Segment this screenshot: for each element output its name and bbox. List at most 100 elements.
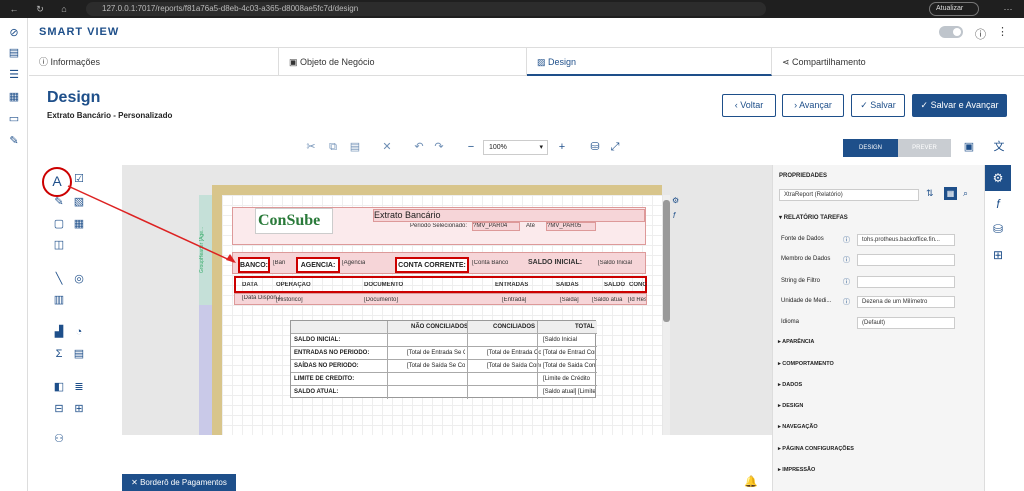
toc-tool-icon[interactable]: ≣ — [72, 380, 86, 394]
categories-icon[interactable]: ▦ — [944, 187, 957, 200]
detail-saldo[interactable]: [Saldo atua — [592, 297, 626, 303]
section-pagina[interactable]: ▸ PÁGINA CONFIGURAÇÕES — [778, 446, 854, 452]
info-icon[interactable]: ⓘ — [975, 26, 986, 42]
detail-documento[interactable]: [Documento] — [364, 297, 398, 303]
section-navegacao[interactable]: ▸ NAVEGAÇÃO — [778, 424, 818, 430]
banco-label[interactable]: BANCO: — [238, 257, 270, 273]
agencia-field[interactable]: [Agencia — [342, 260, 365, 266]
prop-unidade-medida[interactable]: Dezena de um Milímetro — [857, 296, 955, 308]
kebab-icon[interactable]: ⋮ — [997, 25, 1008, 38]
back-icon[interactable]: ← — [8, 3, 20, 15]
undo-icon[interactable]: ↶ — [412, 140, 426, 154]
bordero-tab[interactable]: ✕ Borderô de Pagamentos — [122, 474, 236, 491]
shape-tool-icon[interactable]: ◎ — [72, 272, 86, 286]
col-conc[interactable]: CONC — [629, 282, 647, 288]
info-icon[interactable]: ⓘ — [843, 235, 850, 245]
home-icon[interactable]: ⌂ — [58, 3, 70, 15]
saldo-inicial-field[interactable]: [Saldo Inicial — [598, 260, 632, 266]
detail-entrada[interactable]: [Entrada] — [502, 297, 526, 303]
search-icon[interactable]: ⌕ — [963, 188, 968, 199]
tab-design[interactable]: ▨ Design — [527, 48, 772, 76]
save-button[interactable]: ✓ Salvar — [851, 94, 905, 117]
prop-string-filtro[interactable] — [857, 276, 955, 288]
table-row[interactable]: SALDO INICIAL: [Saldo Inicial — [291, 334, 597, 347]
table-row[interactable]: SAÍDAS NO PERIODO: [Total de Saída Se Co… — [291, 360, 597, 373]
col-saldo[interactable]: SALDO — [604, 282, 625, 288]
zoom-select[interactable]: 100% ▾ — [483, 140, 548, 155]
zoom-in-icon[interactable]: + — [555, 140, 569, 154]
col-operacao[interactable]: OPERAÇÃO — [276, 282, 311, 288]
agencia-label[interactable]: AGENCIA: — [296, 257, 340, 273]
logo-icon[interactable]: ⊘ — [7, 26, 21, 40]
tab-compartilhamento[interactable]: ⋖ Compartilhamento — [772, 48, 1024, 76]
table-row[interactable]: SALDO ATUAL: [Saldo atual] [Limite de Cr… — [291, 386, 597, 399]
conta-field[interactable]: [Conta Banco — [472, 260, 508, 266]
theme-toggle[interactable] — [939, 26, 963, 38]
info-icon[interactable]: ⓘ — [843, 255, 850, 265]
ate-label[interactable]: Até — [526, 223, 535, 229]
cut-icon[interactable]: ✂ — [304, 140, 318, 154]
object-select[interactable]: XtraReport (Relatório) — [779, 189, 919, 201]
menu-icon[interactable]: ⋯ — [1002, 3, 1014, 15]
design-mode-tab[interactable]: DESIGN — [843, 139, 898, 157]
translate-icon[interactable]: 文 — [992, 140, 1006, 154]
detail-saida[interactable]: [Saida] — [560, 297, 579, 303]
table-row[interactable]: LIMITE DE CREDITO: [Limite de Crédito — [291, 373, 597, 386]
section-comportamento[interactable]: ▸ COMPORTAMENTO — [778, 361, 834, 367]
tab-informacoes[interactable]: ⓘ Informações — [29, 48, 279, 76]
section-impressao[interactable]: ▸ IMPRESSÃO — [778, 467, 815, 473]
list-icon[interactable]: ☰ — [7, 68, 21, 82]
info-icon[interactable]: ⓘ — [843, 277, 850, 287]
detail-data[interactable]: [Data Dispon.] — [242, 295, 280, 301]
banco-field[interactable]: [Ban — [273, 260, 285, 266]
next-button[interactable]: › Avançar — [782, 94, 844, 117]
par04-field[interactable]: ?MV_PAR04 — [472, 222, 520, 231]
report-title[interactable]: Extrato Bancário — [373, 209, 645, 222]
scrollbar-thumb[interactable] — [663, 200, 670, 322]
table-row[interactable]: ENTRADAS NO PERIODO: [Total de Entrada S… — [291, 347, 597, 360]
back-button[interactable]: ‹ Voltar — [722, 94, 776, 117]
redo-icon[interactable]: ↷ — [432, 140, 446, 154]
function-icon[interactable]: f — [991, 197, 1005, 211]
user-icon[interactable]: ⚇ — [52, 432, 66, 446]
preview-mode-tab[interactable]: PREVER — [898, 139, 951, 157]
col-saidas[interactable]: SAIDAS — [556, 282, 579, 288]
col-data[interactable]: DATA — [242, 282, 258, 288]
prop-fonte-dados[interactable]: tohs.protheus.backoffice.fin... — [857, 234, 955, 246]
address-bar[interactable]: 127.0.0.1:7017/reports/f81a76a5-d8eb-4c0… — [86, 2, 766, 16]
gear-icon[interactable]: ⚙ — [991, 171, 1005, 185]
function-icon[interactable]: f — [673, 211, 675, 220]
section-tarefas[interactable]: ▾ RELATÓRIO TAREFAS — [779, 214, 848, 221]
save-disk-icon[interactable]: ▣ — [962, 140, 976, 154]
subreport-tool-icon[interactable]: ◧ — [52, 380, 66, 394]
summary-table[interactable]: NÃO CONCILIADOS CONCILIADOS TOTAL SALDO … — [290, 320, 597, 399]
line-tool-icon[interactable]: ╲ — [52, 272, 66, 286]
save-next-button[interactable]: ✓ Salvar e Avançar — [912, 94, 1007, 117]
paste-icon[interactable]: ▤ — [348, 140, 362, 154]
tab-objeto-negocio[interactable]: ▣ Objeto de Negócio — [279, 48, 527, 76]
crossband-tool-icon[interactable]: ⊞ — [72, 402, 86, 416]
section-design[interactable]: ▸ DESIGN — [778, 403, 803, 409]
info-icon[interactable]: ⓘ — [843, 297, 850, 307]
reload-icon[interactable]: ↻ — [34, 3, 46, 15]
plug-icon[interactable]: ✎ — [7, 134, 21, 148]
conta-label[interactable]: CONTA CORRENTE: — [395, 257, 469, 273]
detail-conc[interactable]: [Id Result — [628, 297, 646, 303]
prop-membro-dados[interactable] — [857, 254, 955, 266]
section-dados[interactable]: ▸ DADOS — [778, 382, 802, 388]
gauge-tool-icon[interactable]: ◔ — [72, 325, 86, 339]
copy-icon[interactable]: ⧉ — [326, 140, 340, 154]
validate-icon[interactable]: ⛁ — [588, 140, 602, 154]
document-icon[interactable]: ▤ — [7, 46, 21, 60]
summary-header[interactable]: NÃO CONCILIADOS — [411, 321, 468, 333]
summary-header[interactable]: CONCILIADOS — [493, 321, 535, 333]
summary-header[interactable]: TOTAL — [575, 321, 594, 333]
table-icon[interactable]: ▦ — [7, 90, 21, 104]
saldo-inicial-label[interactable]: SALDO INICIAL: — [528, 259, 582, 266]
update-button[interactable]: Atualizar — [929, 2, 979, 16]
pivot-tool-icon[interactable]: ⊟ — [52, 402, 66, 416]
col-documento[interactable]: DOCUMENTO — [364, 282, 403, 288]
col-entradas[interactable]: ENTRADAS — [495, 282, 528, 288]
barcode-tool-icon[interactable]: ▥ — [52, 293, 66, 307]
detail-historico[interactable]: [Historico] — [276, 297, 303, 303]
